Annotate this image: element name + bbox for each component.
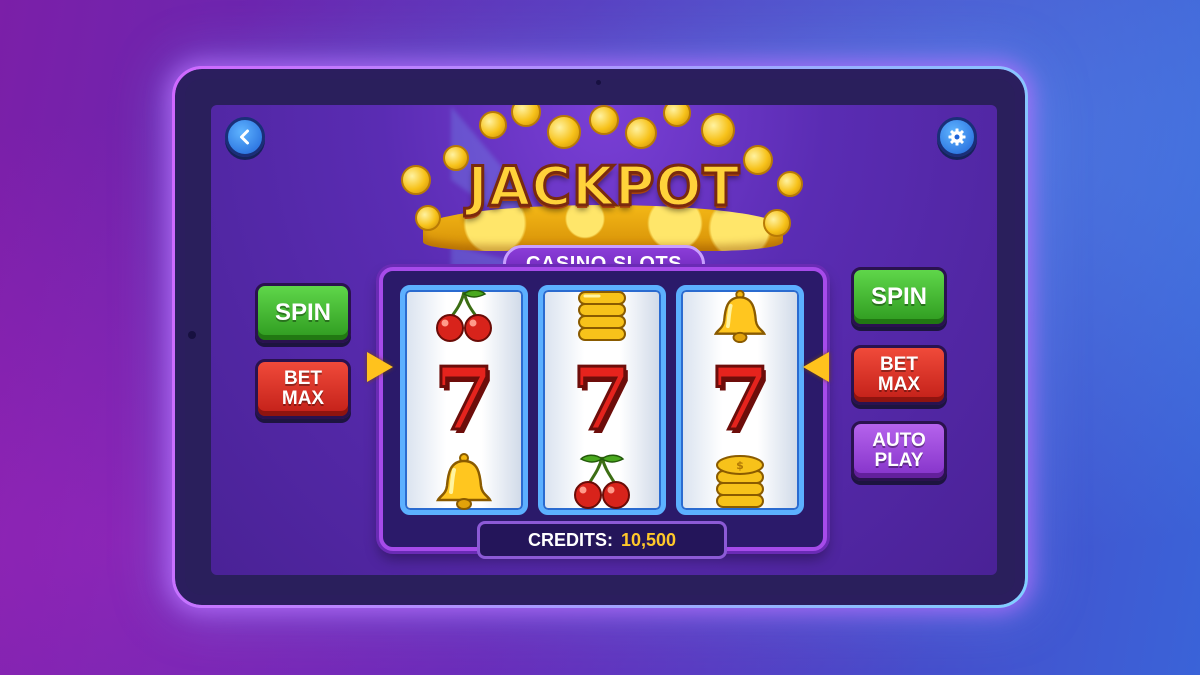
reel-2: 7 xyxy=(538,285,666,515)
light-rays xyxy=(451,105,751,285)
coin-icon xyxy=(547,115,581,149)
reel-1: 7 xyxy=(400,285,528,515)
coin-stack-icon: $ xyxy=(681,450,799,510)
seven-symbol: 7 xyxy=(433,349,496,450)
coin-icon xyxy=(589,105,619,135)
bet-max-button-left[interactable]: BET MAX xyxy=(255,359,351,419)
reel-3: 7 $ xyxy=(676,285,804,515)
tablet-sensor xyxy=(596,80,601,85)
bet-max-label-line2: MAX xyxy=(877,374,921,395)
bet-max-label-line1: BET xyxy=(879,354,918,375)
coin-stack-icon xyxy=(543,290,661,344)
auto-play-label-line2: PLAY xyxy=(874,450,924,471)
spin-label: SPIN xyxy=(274,299,331,326)
credits-value: 10,500 xyxy=(620,529,677,550)
seven-symbol: 7 xyxy=(709,349,772,450)
bell-icon xyxy=(681,290,799,344)
spin-button-right[interactable]: SPIN xyxy=(851,267,947,327)
back-button[interactable] xyxy=(225,117,265,157)
auto-play-button[interactable]: AUTO PLAY xyxy=(851,421,947,481)
svg-text:$: $ xyxy=(736,459,744,472)
coin-icon xyxy=(701,113,735,147)
coin-icon xyxy=(763,209,791,237)
game-screen: JACKPOT CASINO SLOTS SPIN BET MAX 7 7 7 … xyxy=(211,105,997,575)
coin-icon xyxy=(401,165,431,195)
coin-icon xyxy=(625,117,657,149)
coin-icon xyxy=(663,105,691,127)
coin-icon xyxy=(511,105,541,127)
bet-max-button-right[interactable]: BET MAX xyxy=(851,345,947,405)
seven-symbol: 7 xyxy=(571,349,634,450)
coin-icon xyxy=(415,205,441,231)
spin-label: SPIN xyxy=(870,283,927,310)
coin-pile xyxy=(423,205,783,251)
spin-button-left[interactable]: SPIN xyxy=(255,283,351,343)
gear-icon xyxy=(948,128,966,146)
game-subtitle: CASINO SLOTS xyxy=(503,245,705,283)
reel-pointer-left xyxy=(367,352,393,382)
coin-icon xyxy=(443,145,469,171)
reel-pointer-right xyxy=(803,352,829,382)
auto-play-label-line1: AUTO xyxy=(872,430,926,451)
tablet-frame: JACKPOT CASINO SLOTS SPIN BET MAX 7 7 7 … xyxy=(172,66,1028,608)
slot-machine: 7 7 7 $ xyxy=(379,267,827,551)
bet-max-label-line1: BET xyxy=(283,368,322,389)
coin-icon xyxy=(777,171,803,197)
cherries-icon xyxy=(405,290,523,344)
tablet-camera xyxy=(188,331,196,339)
coin-icon xyxy=(743,145,773,175)
cherries-icon xyxy=(543,450,661,510)
credits-display: CREDITS: 10,500 xyxy=(477,521,727,559)
bet-max-label-line2: MAX xyxy=(281,388,325,409)
credits-label: CREDITS: xyxy=(527,529,613,550)
chevron-left-icon xyxy=(240,129,249,145)
bell-icon xyxy=(405,450,523,510)
settings-button[interactable] xyxy=(937,117,977,157)
coin-icon xyxy=(479,111,507,139)
game-title: JACKPOT xyxy=(466,154,741,220)
